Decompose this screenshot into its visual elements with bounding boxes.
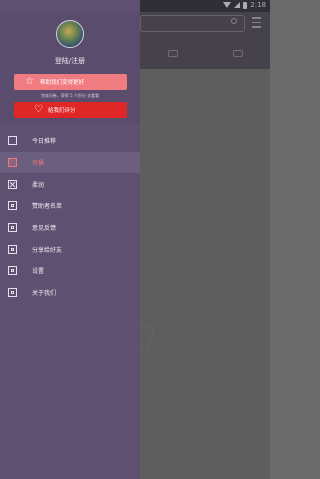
menu-item-bucket[interactable]: 吊桶 bbox=[0, 151, 140, 174]
menu-item-recommend[interactable]: 今日推荐 bbox=[0, 130, 140, 152]
rate-us-button[interactable]: ♡ 给我们评分 bbox=[14, 102, 127, 118]
bucket-icon bbox=[8, 158, 17, 168]
login-link[interactable]: 登陆/注册 bbox=[0, 56, 140, 66]
menu-item-settings[interactable]: 设置 bbox=[0, 260, 140, 282]
menu-item-about[interactable]: 关于我们 bbox=[0, 282, 140, 304]
drawer-header: 登陆/注册 ☆ 帮助我们变得更好 完成问卷，获得 5 个积分 去看看 ♡ 给我们… bbox=[0, 12, 140, 124]
help-improve-label: 帮助我们变得更好 bbox=[40, 80, 85, 86]
rate-us-label: 给我们评分 bbox=[48, 108, 76, 114]
avatar[interactable] bbox=[56, 20, 84, 48]
x-icon bbox=[8, 179, 17, 189]
heart-icon: ♡ bbox=[34, 104, 43, 115]
drawer-menu: 今日推荐 吊桶 柔润 赞助者名单 意见反馈 分享给好友 设置 关于我们 bbox=[0, 130, 140, 304]
info-icon bbox=[8, 288, 17, 298]
navigation-drawer: 登陆/注册 ☆ 帮助我们变得更好 完成问卷，获得 5 个积分 去看看 ♡ 给我们… bbox=[0, 0, 140, 479]
feedback-icon bbox=[8, 223, 17, 233]
settings-icon bbox=[8, 266, 17, 276]
survey-hint: 完成问卷，获得 5 个积分 去看看 bbox=[40, 93, 100, 98]
menu-item-sponsors[interactable]: 赞助者名单 bbox=[0, 195, 140, 217]
share-icon bbox=[8, 244, 17, 254]
menu-item-share[interactable]: 分享给好友 bbox=[0, 238, 140, 260]
menu-item-roun[interactable]: 柔润 bbox=[0, 173, 140, 195]
star-icon: ☆ bbox=[25, 76, 34, 87]
menu-item-feedback[interactable]: 意见反馈 bbox=[0, 217, 140, 239]
help-improve-button[interactable]: ☆ 帮助我们变得更好 bbox=[14, 74, 127, 90]
square-icon bbox=[8, 136, 17, 146]
square-dot-icon bbox=[8, 201, 17, 211]
